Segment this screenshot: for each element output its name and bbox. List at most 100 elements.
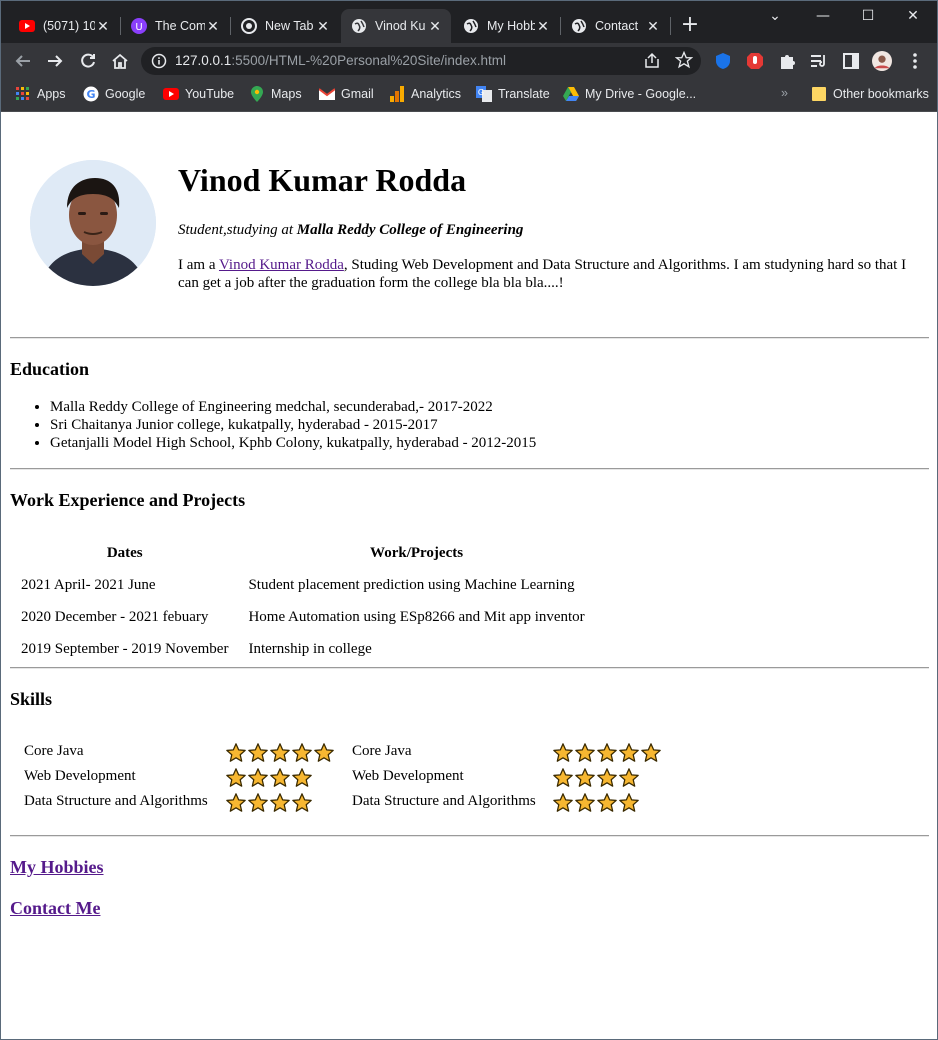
- bookmark-translate[interactable]: G Translate: [476, 86, 550, 102]
- college-name: Malla Reddy College of Engineering: [296, 222, 524, 238]
- cell-date: 2019 September - 2019 November: [21, 640, 229, 657]
- new-tab-button[interactable]: +: [679, 14, 701, 37]
- skills-heading: Skills: [10, 689, 53, 709]
- star-icon: [553, 793, 573, 812]
- minimize-icon[interactable]: —: [801, 5, 845, 29]
- tab-title: The Com: [155, 19, 205, 33]
- bookmark-gmail[interactable]: Gmail: [319, 86, 374, 102]
- table-row: 2019 September - 2019 November Internshi…: [12, 634, 594, 664]
- globe-icon: [571, 18, 587, 34]
- share-icon[interactable]: [643, 52, 661, 74]
- cell-work: Student placement prediction using Machi…: [248, 576, 575, 593]
- profile-avatar[interactable]: [872, 51, 892, 71]
- bookmark-youtube[interactable]: YouTube: [163, 86, 234, 102]
- star-icon: [292, 768, 312, 787]
- media-control-icon[interactable]: [809, 51, 829, 71]
- star-icon: [597, 768, 617, 787]
- star-icon: [292, 793, 312, 812]
- tab-the-com[interactable]: U The Com ✕: [121, 9, 229, 43]
- bookmark-star-icon[interactable]: [674, 50, 694, 73]
- bookmark-label: Translate: [498, 87, 550, 101]
- work-table: Dates Work/Projects 2021 April- 2021 Jun…: [10, 536, 596, 666]
- skill-rating: [552, 767, 640, 789]
- globe-icon: [463, 18, 479, 34]
- star-icon: [641, 743, 661, 762]
- svg-text:U: U: [135, 22, 142, 33]
- cell-work: Home Automation using ESp8266 and Mit ap…: [248, 608, 585, 625]
- close-tab-icon[interactable]: ✕: [645, 18, 661, 35]
- close-window-icon[interactable]: ✕: [891, 5, 935, 29]
- contact-me-link[interactable]: Contact Me: [10, 898, 100, 919]
- page-title: Vinod Kumar Rodda: [178, 162, 467, 198]
- tab-new-tab[interactable]: New Tab ✕: [231, 9, 339, 43]
- address-bar[interactable]: 127.0.0.1:5500/HTML-%20Personal%20Site/i…: [141, 47, 701, 75]
- maps-icon: [249, 86, 265, 102]
- bookmark-label: YouTube: [185, 87, 235, 101]
- tab-youtube[interactable]: (5071) 10 ✕: [9, 9, 119, 43]
- url-path: :5500/HTML-%20Personal%20Site/index.html: [231, 53, 506, 68]
- youtube-icon: [163, 86, 179, 102]
- skill-rating: [552, 792, 640, 814]
- bookmarks-bar: Apps G Google YouTube Maps Gmail Analyti…: [1, 79, 937, 112]
- my-hobbies-link[interactable]: My Hobbies: [10, 857, 104, 878]
- site-info-icon[interactable]: [151, 53, 167, 73]
- tab-my-hobbies[interactable]: My Hobb ✕: [453, 9, 559, 43]
- google-icon: G: [83, 86, 99, 102]
- star-icon: [619, 793, 639, 812]
- bookmark-maps[interactable]: Maps: [249, 86, 302, 102]
- skill-name: Data Structure and Algorithms: [24, 793, 208, 809]
- bookmark-apps[interactable]: Apps: [15, 86, 66, 102]
- intro-paragraph: I am a Vinod Kumar Rodda, Studing Web De…: [178, 256, 908, 292]
- close-tab-icon[interactable]: ✕: [205, 18, 221, 35]
- divider: [10, 337, 929, 339]
- tab-vinod-active[interactable]: Vinod Ku ✕: [341, 9, 451, 43]
- skill-rating: [225, 792, 313, 814]
- star-icon: [226, 793, 246, 812]
- table-row: 2020 December - 2021 febuary Home Automa…: [12, 602, 594, 632]
- extensions-puzzle-icon[interactable]: [777, 51, 797, 71]
- star-icon: [270, 768, 290, 787]
- tab-contact[interactable]: Contact ✕: [561, 9, 669, 43]
- intro-name-link[interactable]: Vinod Kumar Rodda: [219, 257, 344, 273]
- close-tab-icon[interactable]: ✕: [427, 18, 443, 35]
- star-icon: [575, 793, 595, 812]
- drive-icon: [563, 86, 579, 102]
- other-bookmarks-label: Other bookmarks: [833, 87, 929, 101]
- star-icon: [226, 768, 246, 787]
- bookmark-label: Analytics: [411, 87, 462, 101]
- back-icon[interactable]: [13, 51, 33, 71]
- tab-strip: (5071) 10 ✕ U The Com ✕ New Tab ✕ Vinod …: [1, 1, 937, 43]
- extension-icon: U: [131, 18, 147, 34]
- education-list: Malla Reddy College of Engineering medch…: [10, 398, 536, 452]
- close-tab-icon[interactable]: ✕: [535, 18, 551, 35]
- subtitle: Student,studying at Malla Reddy College …: [178, 222, 523, 239]
- side-panel-icon[interactable]: [841, 51, 861, 71]
- chrome-icon: [241, 18, 257, 34]
- subtitle-prefix: Student,studying at: [178, 222, 297, 238]
- other-bookmarks[interactable]: Other bookmarks: [811, 86, 929, 102]
- tab-search-icon[interactable]: ⌄: [753, 5, 797, 29]
- star-icon: [270, 793, 290, 812]
- tab-title: Contact: [595, 19, 639, 33]
- reload-icon[interactable]: [78, 51, 98, 71]
- url-text[interactable]: 127.0.0.1:5500/HTML-%20Personal%20Site/i…: [175, 53, 506, 68]
- chrome-menu-icon[interactable]: [905, 51, 925, 71]
- star-icon: [248, 793, 268, 812]
- home-icon[interactable]: [110, 51, 130, 71]
- forward-icon[interactable]: [45, 51, 65, 71]
- extension-adblock-icon[interactable]: [745, 51, 765, 71]
- close-tab-icon[interactable]: ✕: [95, 18, 111, 35]
- bookmark-analytics[interactable]: Analytics: [389, 86, 461, 102]
- bookmarks-overflow-button[interactable]: »: [781, 86, 788, 100]
- tab-title: New Tab: [265, 19, 314, 33]
- close-tab-icon[interactable]: ✕: [315, 18, 331, 35]
- maximize-icon[interactable]: ☐: [846, 5, 890, 29]
- divider: [10, 468, 929, 470]
- bookmark-my-drive[interactable]: My Drive - Google...: [563, 86, 696, 102]
- bookmark-google[interactable]: G Google: [83, 86, 145, 102]
- star-icon: [575, 743, 595, 762]
- star-icon: [597, 793, 617, 812]
- bookmark-label: Apps: [37, 87, 66, 101]
- extension-shield-icon[interactable]: [713, 51, 733, 71]
- browser-toolbar: 127.0.0.1:5500/HTML-%20Personal%20Site/i…: [1, 43, 937, 79]
